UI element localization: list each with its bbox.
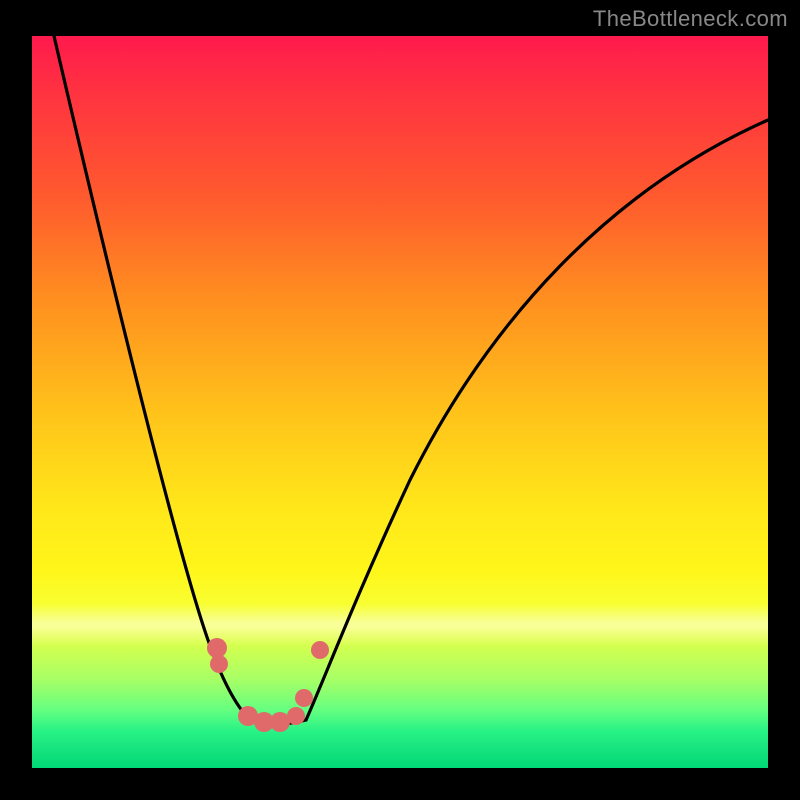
chart-stage: TheBottleneck.com	[0, 0, 800, 800]
watermark-text: TheBottleneck.com	[593, 6, 788, 32]
gradient-background	[32, 36, 768, 768]
